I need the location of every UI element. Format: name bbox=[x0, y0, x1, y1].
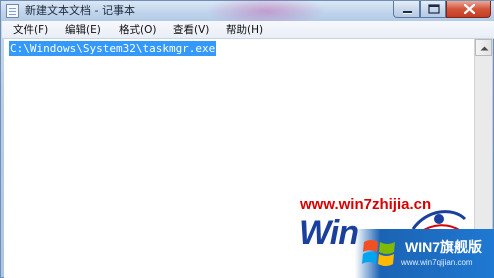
watermark-logo-text: Win bbox=[299, 214, 359, 252]
notepad-window: 新建文本文档 - 记事本 文件(F) 编辑(E) 格式(O) 查看(V) 帮助(… bbox=[0, 0, 494, 278]
menu-view[interactable]: 查看(V) bbox=[173, 23, 209, 37]
menu-format[interactable]: 格式(O) bbox=[119, 23, 156, 37]
selected-text[interactable]: C:\Windows\System32\taskmgr.exe bbox=[9, 41, 217, 56]
maximize-icon bbox=[428, 4, 440, 14]
menu-bar: 文件(F) 编辑(E) 格式(O) 查看(V) 帮助(H) bbox=[2, 21, 494, 39]
menu-help[interactable]: 帮助(H) bbox=[226, 23, 263, 37]
menu-edit[interactable]: 编辑(E) bbox=[65, 23, 101, 37]
chevron-up-icon bbox=[480, 46, 489, 51]
title-bar[interactable]: 新建文本文档 - 记事本 bbox=[1, 0, 494, 27]
watermark-badge-subtext: www.win7qijian.com bbox=[401, 258, 473, 267]
minimize-icon bbox=[403, 11, 412, 14]
close-button[interactable] bbox=[446, 1, 491, 18]
window-title: 新建文本文档 - 记事本 bbox=[25, 4, 135, 17]
close-icon bbox=[463, 3, 476, 15]
minimize-button[interactable] bbox=[393, 1, 420, 18]
watermark-badge-text: WIN7旗舰版 bbox=[405, 239, 482, 255]
menu-file[interactable]: 文件(F) bbox=[13, 23, 48, 37]
notepad-icon[interactable] bbox=[6, 4, 19, 18]
maximize-button[interactable] bbox=[420, 1, 446, 18]
scroll-up-button[interactable] bbox=[475, 39, 492, 56]
windows-logo-icon bbox=[362, 240, 395, 266]
